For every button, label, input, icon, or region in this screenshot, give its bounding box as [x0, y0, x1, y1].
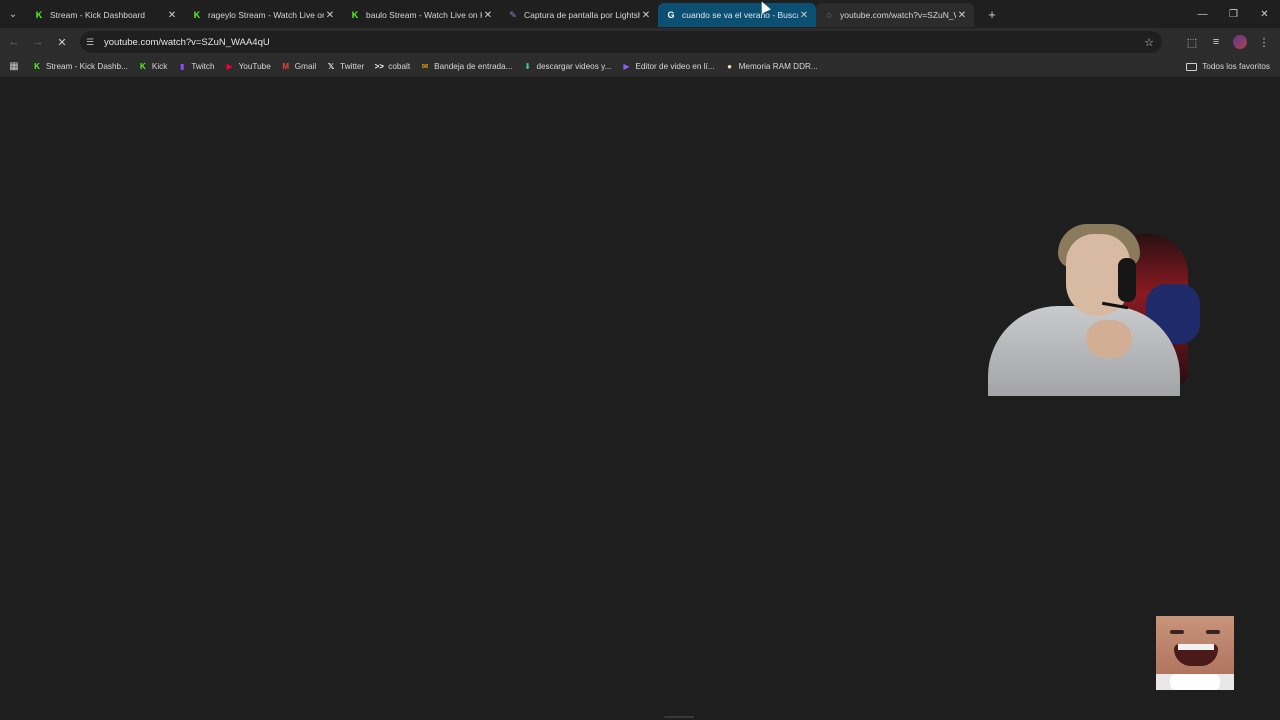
streamer-body — [988, 306, 1180, 396]
tab-title: cuando se va el verano - Busca — [682, 10, 798, 20]
bookmark-label: Twitter — [340, 62, 365, 71]
tab-title: youtube.com/watch?v=SZuN_W — [840, 10, 956, 20]
tab-1[interactable]: K Stream - Kick Dashboard ✕ — [26, 3, 184, 27]
url-text[interactable]: youtube.com/watch?v=SZuN_WAA4qU — [104, 37, 270, 48]
scroll-indicator — [664, 716, 694, 718]
bookmark-favicon-icon: K — [140, 62, 146, 71]
tab-favicon-icon: ◌ — [826, 10, 832, 20]
bookmark-label: Editor de video en lí... — [635, 62, 715, 71]
tab-favicon-icon: G — [667, 10, 675, 20]
folder-icon — [1186, 62, 1198, 71]
bookmark-favicon-icon: 𝕏 — [327, 62, 335, 71]
tab-close-icon[interactable]: ✕ — [324, 10, 336, 21]
bookmark-star-icon[interactable]: ☆ — [1144, 36, 1154, 49]
tab-favicon-icon: K — [35, 10, 43, 20]
bookmark-item[interactable]: >> cobalt — [374, 62, 411, 72]
emote-caption-area — [1170, 674, 1220, 690]
bookmark-item[interactable]: K Kick — [138, 62, 167, 72]
bookmark-item[interactable]: ⬇ descargar videos y... — [522, 62, 611, 72]
all-bookmarks-button[interactable]: Todos los favoritos — [1186, 62, 1270, 71]
emote-eye-left — [1170, 630, 1184, 634]
tab-close-icon[interactable]: ✕ — [798, 10, 810, 21]
new-tab-button[interactable]: + — [980, 7, 1004, 22]
toolbar-actions: ⬚ ≡ ⋮ — [1180, 30, 1276, 54]
back-arrow-icon: ← — [8, 36, 20, 48]
bookmark-favicon-icon: ▶ — [623, 62, 630, 71]
bookmark-item[interactable]: K Stream - Kick Dashb... — [32, 62, 128, 72]
bookmark-label: Gmail — [294, 62, 317, 71]
tab-close-icon[interactable]: ✕ — [640, 10, 652, 21]
emote-image — [1156, 616, 1234, 690]
tab-6[interactable]: ◌ youtube.com/watch?v=SZuN_W ✕ — [816, 3, 974, 27]
tab-close-icon[interactable]: ✕ — [482, 10, 494, 21]
tab-title: Captura de pantalla por Lightsh — [524, 10, 640, 20]
profile-avatar[interactable] — [1233, 35, 1247, 49]
tab-5[interactable]: Gcuando se va el verano - Busca ✕ — [658, 3, 816, 27]
bookmark-label: Memoria RAM DDR... — [738, 62, 818, 71]
tab-favicon-icon: K — [193, 10, 201, 20]
restore-button[interactable]: ❐ — [1218, 0, 1249, 28]
bookmark-label: Stream - Kick Dashb... — [46, 62, 128, 71]
forward-button[interactable]: → — [26, 30, 50, 54]
tab-list: K Stream - Kick Dashboard ✕ Krageylo Stream… — [26, 1, 974, 27]
chevron-down-icon: ⌄ — [8, 8, 18, 20]
page-content — [0, 79, 1280, 720]
bookmark-favicon-icon: K — [34, 62, 40, 71]
tab-close-icon[interactable]: ✕ — [956, 10, 968, 21]
bookmark-favicon-icon: ● — [727, 62, 733, 71]
bookmark-label: YouTube — [238, 62, 271, 71]
emote-teeth — [1178, 644, 1214, 650]
bookmark-list: K Stream - Kick Dashb... K Kick ▮ Twitch ▶ YouT… — [32, 62, 828, 72]
bookmark-favicon-icon: ▮ — [180, 62, 185, 71]
bookmark-item[interactable]: ✉ Bandeja de entrada... — [420, 62, 513, 72]
bookmark-label: cobalt — [388, 62, 411, 71]
bookmark-label: Twitch — [191, 62, 215, 71]
bookmark-label: Kick — [151, 62, 168, 71]
emote-eye-right — [1206, 630, 1220, 634]
bookmark-item[interactable]: ▮ Twitch — [177, 62, 214, 72]
tab-strip: ⌄ K Stream - Kick Dashboard ✕ Krageylo Stre… — [0, 0, 1280, 28]
tab-title: Stream - Kick Dashboard — [50, 10, 145, 20]
bookmarks-bar: ▦ K Stream - Kick Dashb... K Kick ▮ Twitch ▶ Yo… — [0, 56, 1280, 78]
bookmark-favicon-icon: ▶ — [226, 62, 233, 71]
forward-arrow-icon: → — [32, 36, 44, 48]
tab-2[interactable]: Krageylo Stream - Watch Live on ✕ — [184, 3, 342, 27]
window-controls: — ❐ ✕ — [1187, 0, 1280, 28]
tab-title: rageylo Stream - Watch Live on — [208, 10, 324, 20]
bookmark-favicon-icon: >> — [374, 62, 384, 71]
streamer-hand — [1086, 320, 1132, 358]
tab-title: baulo Stream - Watch Live on K — [366, 10, 482, 20]
bookmark-item[interactable]: M Gmail — [281, 62, 316, 72]
site-info-icon[interactable]: ☰ — [86, 37, 102, 48]
close-window-button[interactable]: ✕ — [1249, 0, 1280, 28]
stop-icon: ✕ — [57, 36, 67, 49]
tab-4[interactable]: ✎ Captura de pantalla por Lightsh ✕ — [500, 3, 658, 27]
bookmark-favicon-icon: ⬇ — [524, 62, 531, 71]
media-controls-icon[interactable]: ≡ — [1204, 30, 1228, 54]
bookmark-favicon-icon: M — [282, 62, 290, 71]
bookmark-item[interactable]: ▶ YouTube — [225, 62, 271, 72]
bookmark-favicon-icon: ✉ — [421, 62, 429, 71]
menu-kebab-icon[interactable]: ⋮ — [1252, 30, 1276, 54]
tab-close-icon[interactable]: ✕ — [166, 10, 178, 21]
tab-3[interactable]: Kbaulo Stream - Watch Live on K ✕ — [342, 3, 500, 27]
bookmark-item[interactable]: ● Memoria RAM DDR... — [725, 62, 818, 72]
webcam-overlay — [968, 224, 1200, 396]
browser-toolbar: ← → ✕ ☰ youtube.com/watch?v=SZuN_WAA4qU … — [0, 28, 1280, 56]
extensions-icon[interactable]: ⬚ — [1180, 30, 1204, 54]
bookmark-label: descargar videos y... — [536, 62, 612, 71]
stop-loading-button[interactable]: ✕ — [50, 30, 74, 54]
back-button[interactable]: ← — [2, 30, 26, 54]
minimize-button[interactable]: — — [1187, 0, 1218, 28]
tab-favicon-icon: K — [351, 10, 359, 20]
headset — [1118, 258, 1136, 302]
tab-search-button[interactable]: ⌄ — [0, 0, 26, 28]
tab-favicon-icon: ✎ — [509, 9, 517, 20]
bookmark-item[interactable]: 𝕏 Twitter — [326, 62, 364, 72]
bookmark-label: Bandeja de entrada... — [434, 62, 513, 71]
bookmark-item[interactable]: ▶ Editor de video en lí... — [621, 62, 714, 72]
apps-grid-icon[interactable]: ▦ — [6, 61, 22, 72]
all-bookmarks-label: Todos los favoritos — [1202, 62, 1270, 71]
address-bar[interactable]: ☰ youtube.com/watch?v=SZuN_WAA4qU ☆ — [80, 31, 1162, 53]
